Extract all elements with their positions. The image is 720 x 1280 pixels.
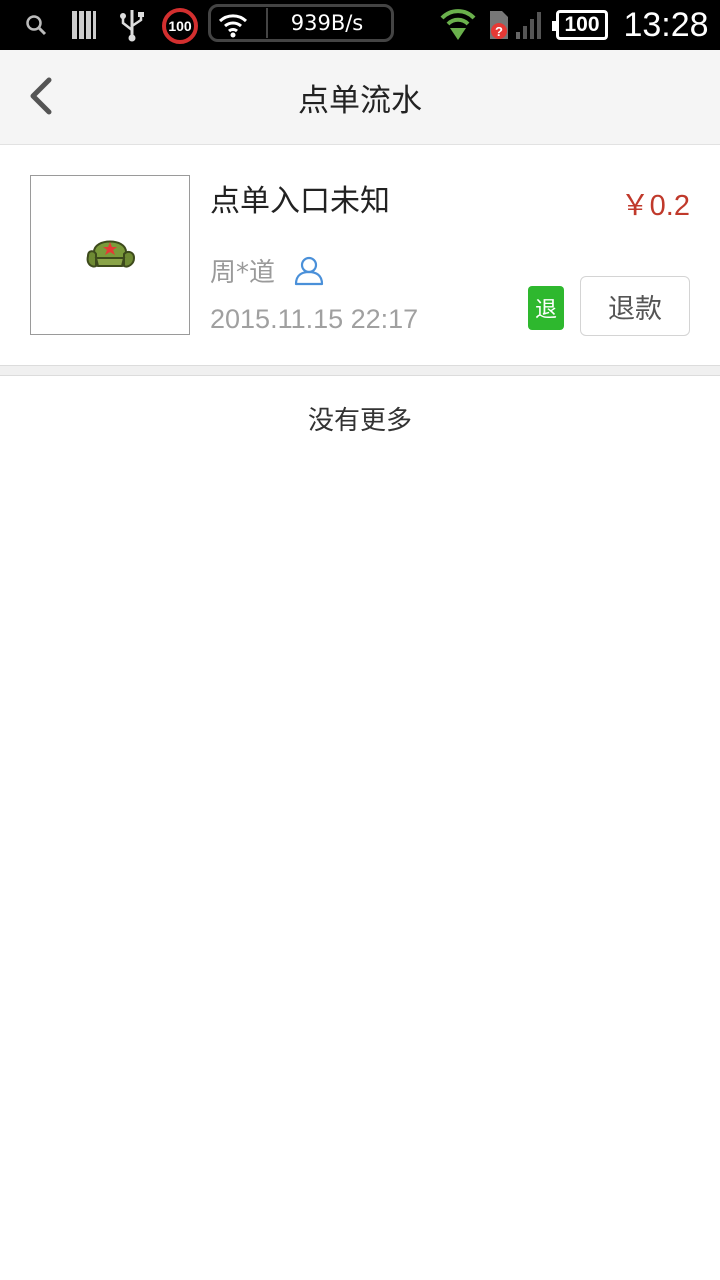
order-price: ￥0.2 — [620, 190, 690, 222]
app-header: 点单流水 — [0, 50, 720, 145]
net-speed-text: 939B/s — [290, 11, 364, 35]
svg-text:?: ? — [495, 24, 503, 39]
user-icon[interactable] — [293, 254, 325, 286]
status-time: 13:28 — [623, 5, 709, 44]
section-divider — [0, 366, 720, 376]
usb-icon — [116, 0, 148, 50]
back-button[interactable] — [14, 72, 66, 124]
sim-error-icon: ? — [484, 0, 514, 50]
chevron-left-icon — [25, 76, 55, 120]
army-hat-icon — [82, 232, 138, 278]
refund-status-badge: 退 — [528, 286, 564, 330]
wifi-download-icon — [438, 0, 478, 50]
order-user: 周*道 — [210, 257, 276, 288]
order-list-item[interactable]: 点单入口未知 ￥0.2 周*道 2015.11.15 22:17 退 退款 — [0, 146, 720, 366]
no-more-text: 没有更多 — [307, 405, 412, 436]
battery-bars-icon — [68, 0, 100, 50]
wifi-icon — [216, 0, 250, 50]
status-bar: 100 939B/s ? 100 13:28 — [0, 0, 720, 50]
refund-button[interactable]: 退款 — [580, 276, 690, 336]
order-thumbnail — [30, 175, 190, 335]
order-user-row: 周*道 — [210, 252, 325, 288]
order-title: 点单入口未知 — [210, 184, 390, 219]
net-speed-divider — [266, 8, 268, 38]
battery-icon: 100 — [552, 10, 608, 40]
speed-limit-icon: 100 — [162, 8, 198, 44]
search-icon — [22, 0, 50, 50]
page-title: 点单流水 — [298, 83, 422, 119]
order-time: 2015.11.15 22:17 — [210, 304, 419, 334]
signal-icon — [512, 0, 546, 50]
